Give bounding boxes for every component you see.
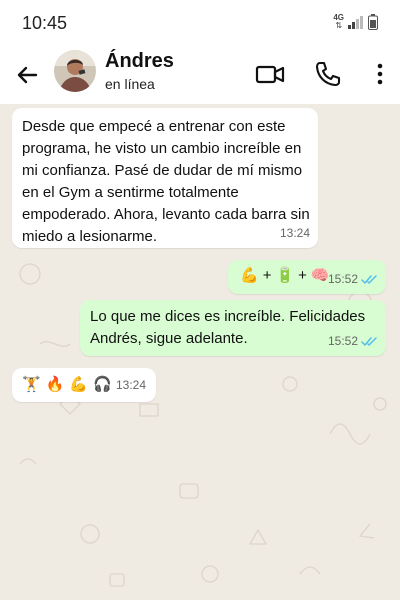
video-call-icon[interactable] xyxy=(254,58,286,90)
flexed-biceps-emoji: 💪 xyxy=(240,267,259,284)
status-time: 10:45 xyxy=(22,13,68,33)
outgoing-message[interactable]: 💪 + 🔋 + 🧠 15:52 xyxy=(228,260,386,294)
emoji-message: 💪 + 🔋 + 🧠 xyxy=(240,265,330,287)
incoming-message[interactable]: 🏋 🔥 💪 🎧 13:24 xyxy=(12,368,156,402)
read-ticks-icon xyxy=(361,336,377,346)
flexed-biceps-emoji: 💪 xyxy=(69,376,89,393)
signal-icon xyxy=(348,16,363,29)
message-time: 15:52 xyxy=(327,334,358,348)
message-meta: 13:24 xyxy=(280,222,310,244)
contact-avatar[interactable] xyxy=(54,50,96,92)
weight-lifter-emoji: 🏋 xyxy=(22,376,41,393)
battery-emoji: 🔋 xyxy=(275,267,295,284)
more-options-icon[interactable] xyxy=(368,58,392,90)
emoji-message: 🏋 🔥 💪 🎧 xyxy=(22,374,112,396)
phone-call-icon[interactable] xyxy=(312,58,344,90)
status-icons: 4G ⇅ xyxy=(333,14,378,30)
contact-status: en línea xyxy=(105,76,155,92)
incoming-message[interactable]: Desde que empecé a entrenar con este pro… xyxy=(12,108,318,248)
message-time: 15:52 xyxy=(327,272,358,286)
data-arrows-icon: ⇅ xyxy=(335,21,343,30)
outgoing-message[interactable]: Lo que me dices es increíble. Felicidade… xyxy=(80,300,386,356)
chat-header: Ándres en línea xyxy=(0,46,400,104)
status-bar: 10:45 4G ⇅ xyxy=(0,0,400,46)
network-indicator: 4G ⇅ xyxy=(333,14,344,30)
message-meta: 15:52 xyxy=(328,268,378,290)
brain-emoji: 🧠 xyxy=(310,267,330,284)
contact-name[interactable]: Ándres xyxy=(105,50,174,73)
plus-sign: + xyxy=(298,267,307,284)
message-meta: 13:24 xyxy=(116,374,146,396)
battery-icon xyxy=(368,14,378,30)
read-ticks-icon xyxy=(361,274,377,284)
avatar-photo xyxy=(54,50,96,92)
message-time: 13:24 xyxy=(279,226,310,240)
back-arrow-icon[interactable] xyxy=(12,60,42,90)
chat-area[interactable]: Desde que empecé a entrenar con este pro… xyxy=(0,104,400,600)
headphones-emoji: 🎧 xyxy=(93,376,112,393)
plus-sign: + xyxy=(262,267,272,284)
message-text: Desde que empecé a entrenar con este pro… xyxy=(22,118,310,245)
message-time: 13:24 xyxy=(115,378,146,392)
fire-emoji: 🔥 xyxy=(45,376,65,393)
message-meta: 15:52 xyxy=(328,330,378,352)
